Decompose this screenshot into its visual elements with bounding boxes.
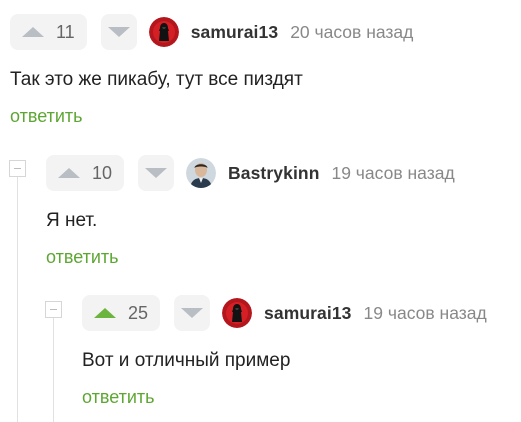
reply-link[interactable]: ответить: [10, 106, 83, 127]
upvote-arrow-icon: [22, 27, 44, 37]
comment-text: Я нет.: [46, 210, 98, 231]
comment-header: 11 samurai13 20 часов назад: [10, 14, 413, 50]
comment-score: 25: [128, 302, 149, 323]
minus-icon: [14, 168, 21, 169]
username[interactable]: Bastrykinn: [228, 163, 319, 184]
comment-header: 10 Bastrykinn 19 часов назад: [46, 155, 455, 191]
comment-score: 10: [92, 162, 113, 183]
upvote-button[interactable]: 10: [46, 155, 125, 191]
downvote-arrow-icon: [107, 27, 130, 37]
comment-score: 11: [56, 21, 75, 42]
person-avatar-icon[interactable]: [186, 158, 217, 188]
comment-timestamp: 20 часов назад: [290, 21, 414, 42]
upvote-arrow-icon: [94, 308, 116, 318]
upvote-arrow-icon: [58, 168, 80, 178]
downvote-button[interactable]: [138, 155, 175, 191]
thread-line-level-2: [53, 318, 54, 422]
username[interactable]: samurai13: [191, 22, 279, 43]
reply-link[interactable]: ответить: [46, 247, 119, 268]
comment: 11 samurai13 20 часов назад Так это же п…: [10, 14, 413, 127]
comment: 10 Bastrykinn 19 часов назад Я нет. отве…: [46, 155, 455, 268]
username[interactable]: samurai13: [264, 303, 352, 324]
downvote-arrow-icon: [145, 168, 168, 178]
comment-text: Так это же пикабу, тут все пиздят: [10, 69, 303, 90]
comment-text: Вот и отличный пример: [82, 350, 291, 371]
comment-timestamp: 19 часов назад: [331, 162, 455, 183]
collapse-thread-button[interactable]: [45, 301, 62, 318]
downvote-arrow-icon: [181, 308, 204, 318]
downvote-button[interactable]: [174, 295, 211, 331]
downvote-button[interactable]: [100, 14, 137, 50]
samurai-avatar-icon[interactable]: [222, 298, 253, 328]
comment: 25 samurai13 19 часов назад Вот и отличн…: [82, 295, 487, 408]
thread-line-level-1: [17, 176, 18, 422]
reply-link[interactable]: ответить: [82, 387, 155, 408]
samurai-avatar-icon[interactable]: [148, 17, 179, 47]
comment-header: 25 samurai13 19 часов назад: [82, 295, 487, 331]
comment-timestamp: 19 часов назад: [363, 302, 487, 323]
minus-icon: [50, 309, 57, 310]
upvote-button[interactable]: 11: [10, 14, 87, 50]
collapse-thread-button[interactable]: [9, 160, 26, 177]
upvote-button[interactable]: 25: [82, 295, 161, 331]
